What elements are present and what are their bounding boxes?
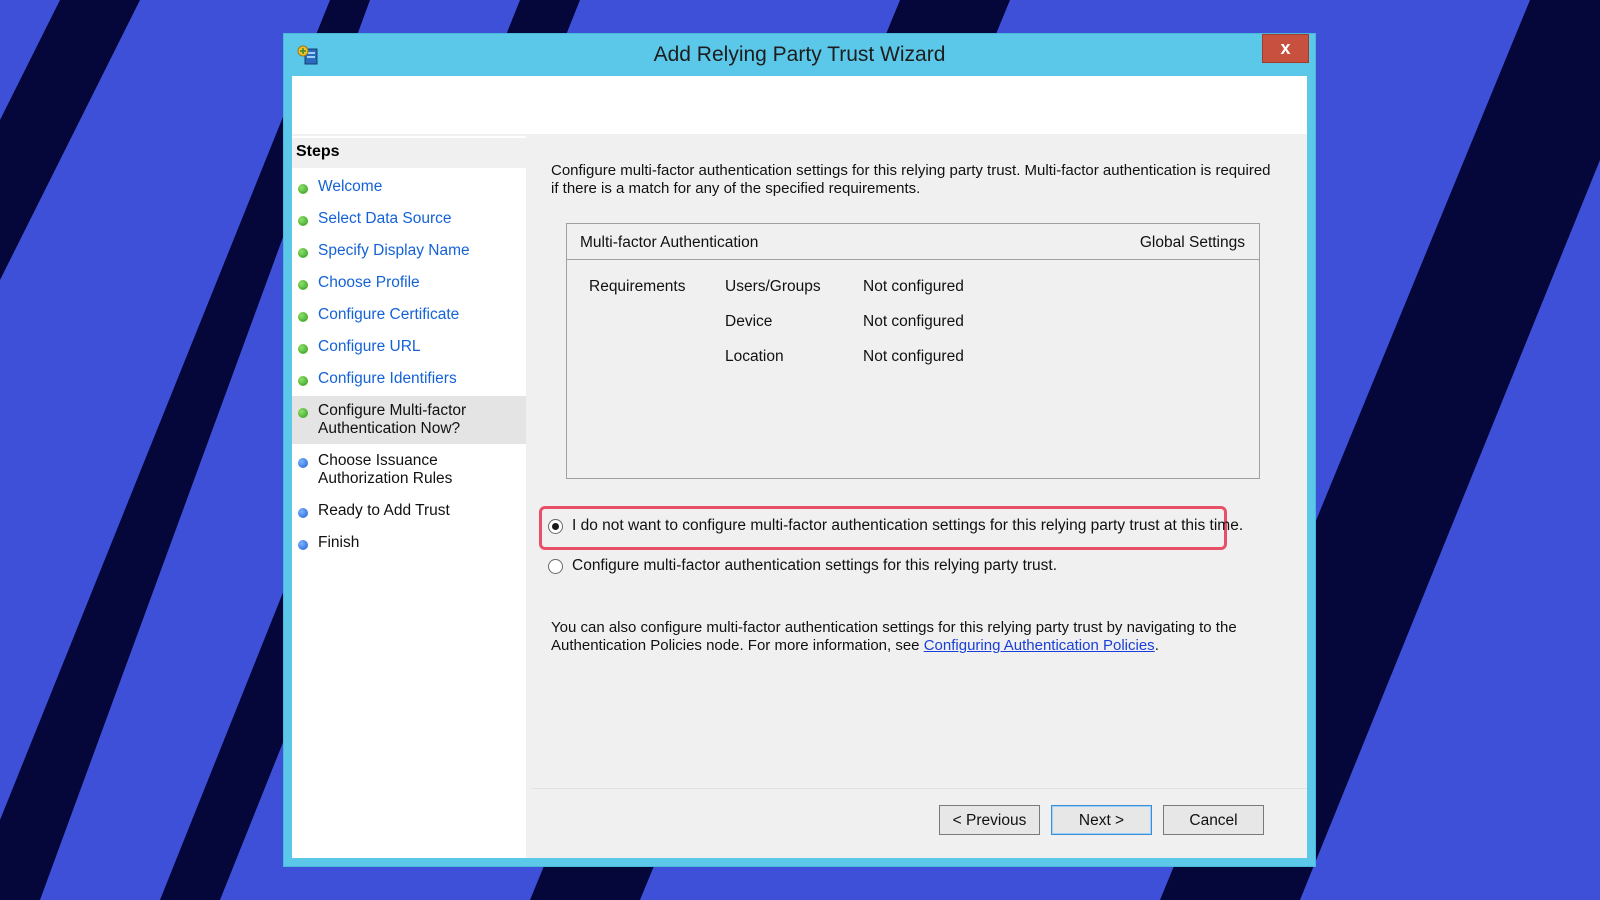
steps-panel: Steps Welcome Select Data Source Specify… — [292, 136, 526, 858]
info-text-end: . — [1154, 637, 1159, 654]
close-icon: x — [1280, 38, 1291, 58]
mfa-settings-table: Multi-factor Authentication Global Setti… — [566, 223, 1260, 479]
step-label: Configure Identifiers — [318, 370, 457, 387]
step-label: Specify Display Name — [318, 242, 470, 259]
requirement-category: Device — [725, 313, 773, 330]
window-title: Add Relying Party Trust Wizard — [653, 43, 946, 66]
green-dot-icon — [298, 312, 308, 322]
requirement-value: Not configured — [863, 313, 964, 330]
step-label: Welcome — [318, 178, 383, 195]
mfa-table-header: Multi-factor Authentication Global Setti… — [567, 224, 1259, 260]
mfa-table-title: Multi-factor Authentication — [580, 234, 759, 251]
green-dot-icon — [298, 408, 308, 418]
configuring-auth-policies-link[interactable]: Configuring Authentication Policies — [924, 637, 1155, 654]
step-select-data-source[interactable]: Select Data Source — [292, 204, 526, 234]
step-configure-identifiers[interactable]: Configure Identifiers — [292, 364, 526, 394]
title-bar[interactable]: Add Relying Party Trust Wizard x — [284, 34, 1315, 76]
step-choose-profile[interactable]: Choose Profile — [292, 268, 526, 298]
step-label: Choose Profile — [318, 274, 420, 291]
step-configure-url[interactable]: Configure URL — [292, 332, 526, 362]
step-welcome[interactable]: Welcome — [292, 172, 526, 202]
step-configure-certificate[interactable]: Configure Certificate — [292, 300, 526, 330]
green-dot-icon — [298, 184, 308, 194]
step-label: Select Data Source — [318, 210, 452, 227]
close-button[interactable]: x — [1262, 34, 1309, 63]
step-label: Ready to Add Trust — [318, 502, 450, 519]
mfa-table-global-settings: Global Settings — [1139, 234, 1245, 251]
green-dot-icon — [298, 280, 308, 290]
intro-text: Configure multi-factor authentication se… — [551, 162, 1271, 197]
radio-button[interactable] — [548, 559, 563, 574]
green-dot-icon — [298, 376, 308, 386]
content-panel: Configure multi-factor authentication se… — [532, 136, 1307, 858]
requirement-row: Users/Groups Not configured — [567, 278, 1259, 298]
step-configure-mfa[interactable]: Configure Multi-factor Authentication No… — [292, 396, 526, 444]
step-label: Choose Issuance Authorization Rules — [318, 452, 453, 487]
step-specify-display-name[interactable]: Specify Display Name — [292, 236, 526, 266]
blue-dot-icon — [298, 458, 308, 468]
wizard-client-area: Steps Welcome Select Data Source Specify… — [292, 76, 1307, 858]
header-band — [292, 76, 1307, 134]
requirement-value: Not configured — [863, 348, 964, 365]
requirement-value: Not configured — [863, 278, 964, 295]
blue-dot-icon — [298, 508, 308, 518]
previous-button[interactable]: < Previous — [939, 805, 1040, 835]
option-label[interactable]: Configure multi-factor authentication se… — [572, 557, 1057, 575]
steps-heading: Steps — [292, 138, 526, 168]
cancel-button[interactable]: Cancel — [1163, 805, 1264, 835]
radio-button-checked[interactable] — [548, 519, 563, 534]
wizard-window: Add Relying Party Trust Wizard x Steps W… — [284, 34, 1315, 866]
green-dot-icon — [298, 344, 308, 354]
requirement-category: Users/Groups — [725, 278, 821, 295]
step-choose-issuance-rules[interactable]: Choose Issuance Authorization Rules — [292, 448, 526, 492]
green-dot-icon — [298, 248, 308, 258]
blue-dot-icon — [298, 540, 308, 550]
step-label: Configure Multi-factor Authentication No… — [318, 402, 467, 437]
footer-separator — [532, 788, 1307, 789]
requirement-category: Location — [725, 348, 784, 365]
requirement-row: Location Not configured — [567, 348, 1259, 368]
step-ready-to-add-trust[interactable]: Ready to Add Trust — [292, 496, 526, 526]
next-button[interactable]: Next > — [1051, 805, 1152, 835]
step-label: Configure URL — [318, 338, 421, 355]
step-finish[interactable]: Finish — [292, 528, 526, 558]
step-label: Configure Certificate — [318, 306, 460, 323]
step-label: Finish — [318, 534, 360, 551]
green-dot-icon — [298, 216, 308, 226]
option-label[interactable]: I do not want to configure multi-factor … — [572, 517, 1243, 535]
requirement-row: Device Not configured — [567, 313, 1259, 333]
info-text: You can also configure multi-factor auth… — [551, 619, 1291, 655]
